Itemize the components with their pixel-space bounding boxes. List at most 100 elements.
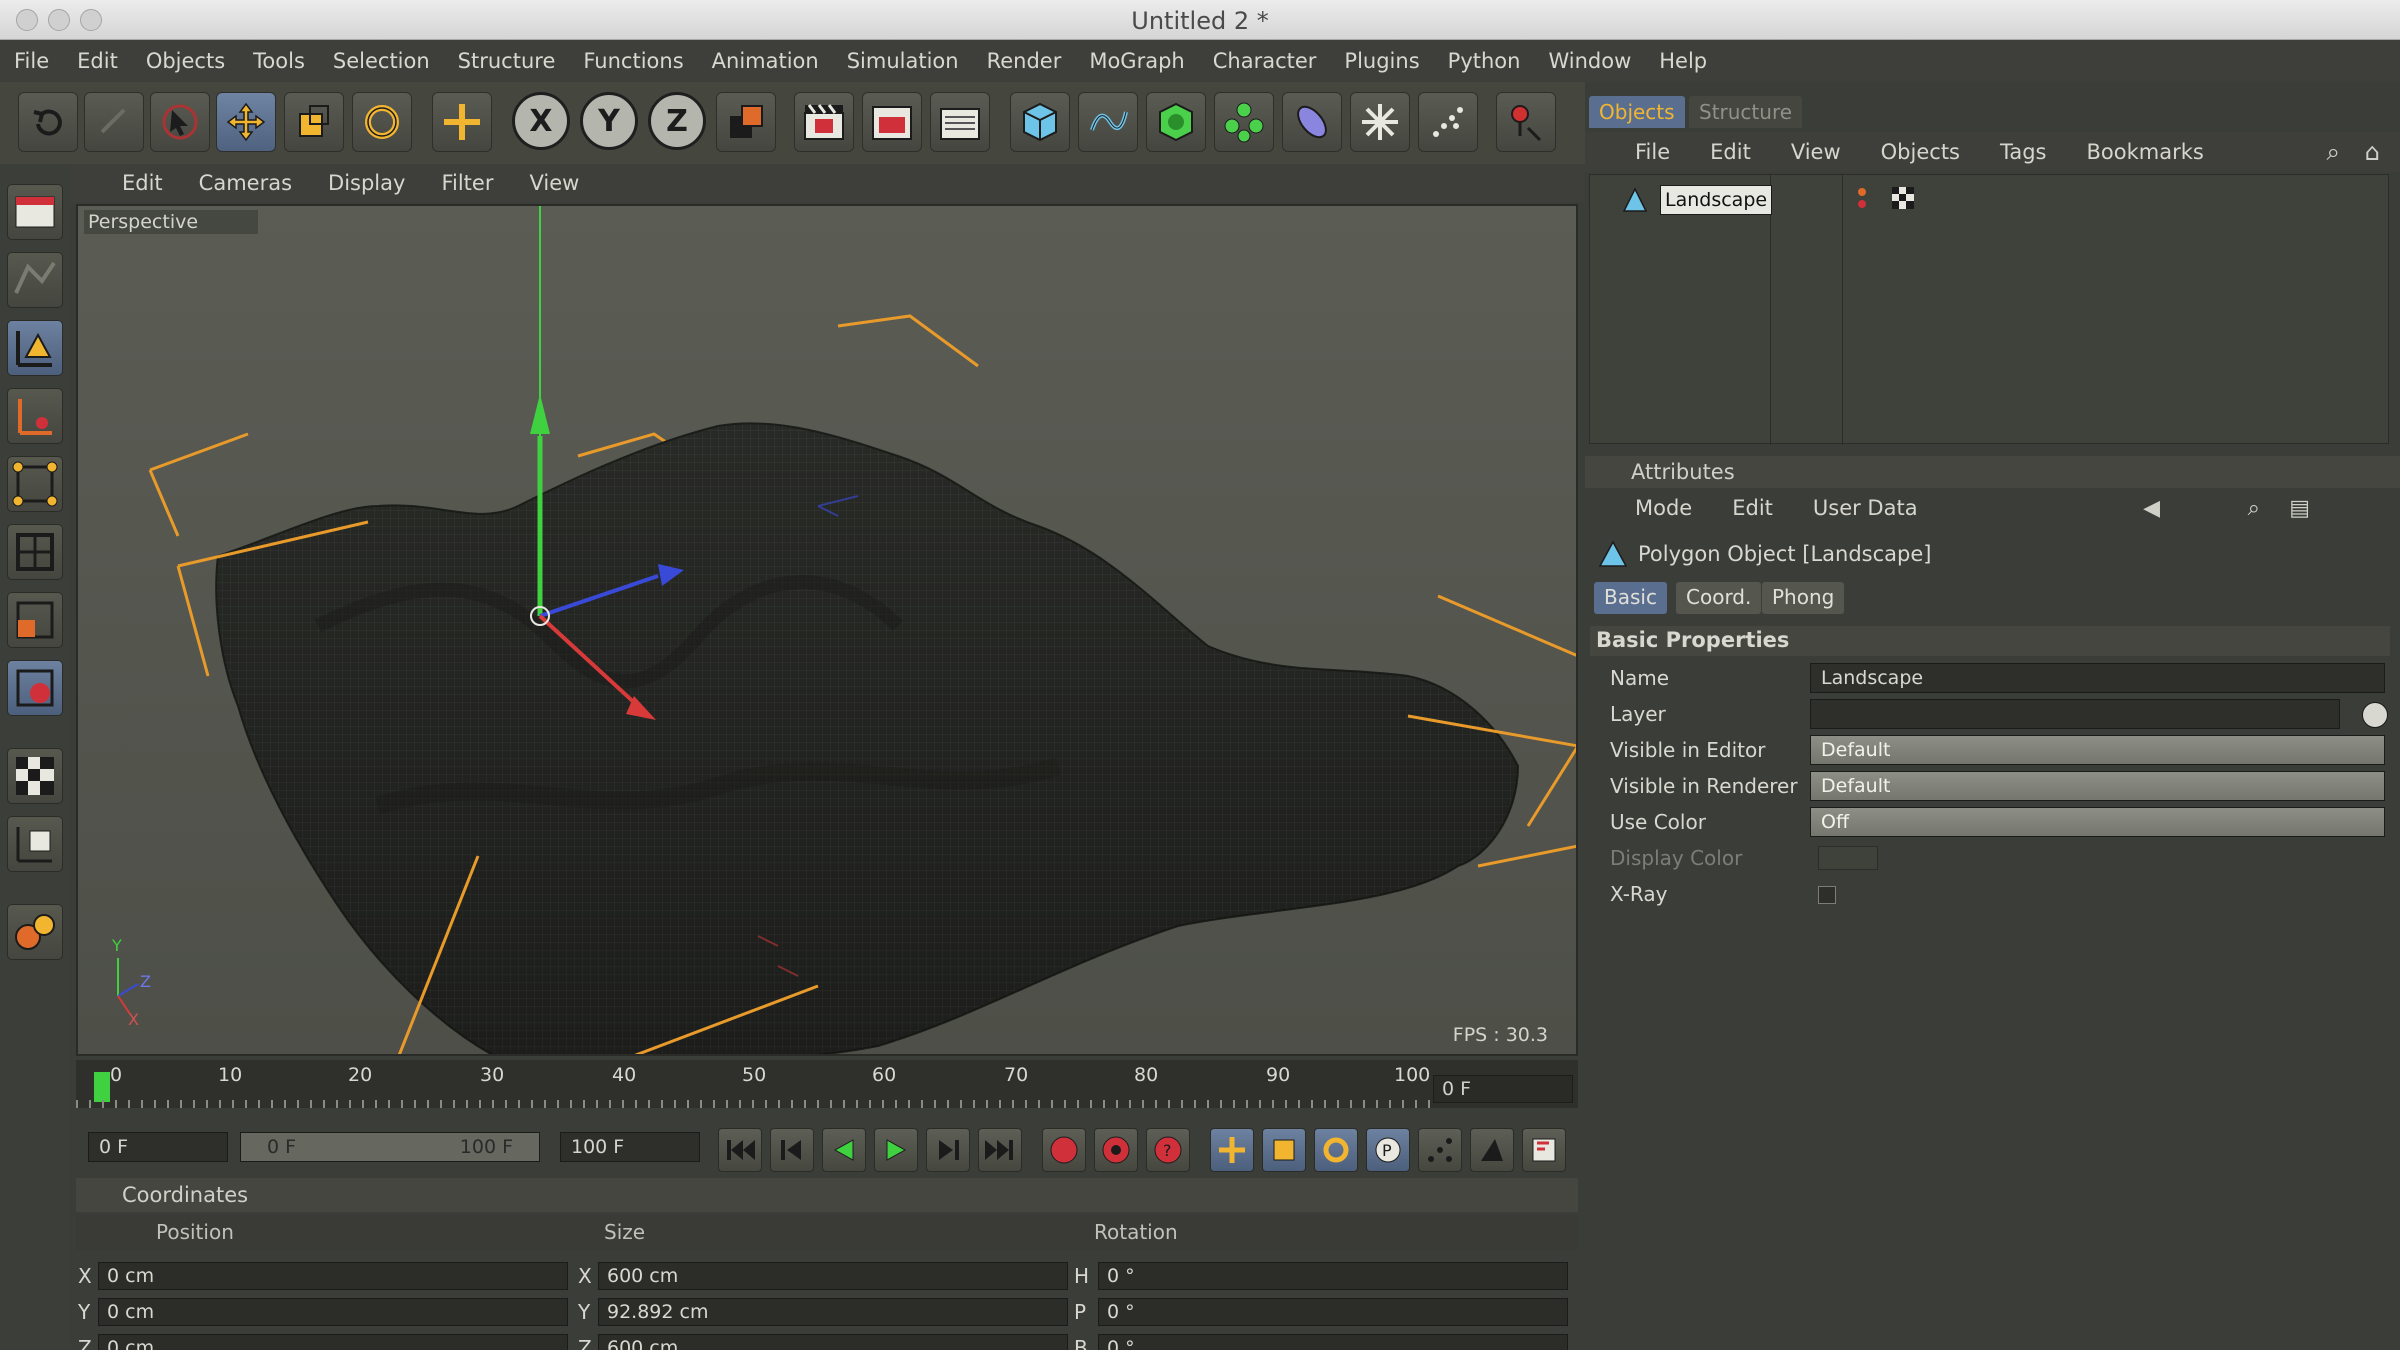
- x-axis-lock[interactable]: X: [512, 92, 570, 150]
- menu-mograph[interactable]: MoGraph: [1089, 49, 1184, 73]
- menu-file[interactable]: File: [14, 49, 49, 73]
- rotation-p-field[interactable]: 0 °: [1098, 1298, 1568, 1326]
- go-to-start-icon[interactable]: [718, 1128, 762, 1172]
- position-z-field[interactable]: 0 cm: [98, 1334, 568, 1350]
- viewport-menu-filter[interactable]: Filter: [441, 171, 493, 195]
- visible-in-editor-dropdown[interactable]: Default: [1810, 735, 2385, 765]
- scene-icon[interactable]: [1418, 92, 1478, 152]
- back-arrow-icon[interactable]: ◀: [2143, 496, 2160, 521]
- object-menu-objects[interactable]: Objects: [1881, 140, 1960, 164]
- play-forwards-icon[interactable]: [874, 1128, 918, 1172]
- redo-icon[interactable]: [84, 92, 144, 152]
- rotation-b-field[interactable]: 0 °: [1098, 1334, 1568, 1350]
- size-x-field[interactable]: 600 cm: [598, 1262, 1068, 1290]
- menu-character[interactable]: Character: [1213, 49, 1317, 73]
- render-settings-icon[interactable]: [930, 92, 990, 152]
- object-menu-edit[interactable]: Edit: [1710, 140, 1751, 164]
- next-key-icon[interactable]: [926, 1128, 970, 1172]
- visible-in-renderer-dropdown[interactable]: Default: [1810, 771, 2385, 801]
- search-icon[interactable]: ⌕: [2327, 138, 2340, 166]
- menu-animation[interactable]: Animation: [712, 49, 819, 73]
- menu-structure[interactable]: Structure: [458, 49, 556, 73]
- render-picture-viewer-icon[interactable]: [862, 92, 922, 152]
- polygons-mode-icon[interactable]: [7, 592, 63, 648]
- tab-basic[interactable]: Basic: [1594, 582, 1667, 614]
- editor-render-dots-icon[interactable]: [1854, 185, 1880, 211]
- tab-phong[interactable]: Phong: [1762, 582, 1845, 614]
- perspective-viewport[interactable]: Perspective Y Z X FPS : 30.3: [76, 204, 1578, 1056]
- checker-icon[interactable]: [7, 748, 63, 804]
- subdivision-icon[interactable]: [1146, 92, 1206, 152]
- viewport-menu-edit[interactable]: Edit: [122, 171, 163, 195]
- edges-mode-icon[interactable]: [7, 524, 63, 580]
- timeline-icon[interactable]: [1470, 1128, 1514, 1172]
- rotation-h-field[interactable]: 0 °: [1098, 1262, 1568, 1290]
- last-tool-icon[interactable]: [432, 92, 492, 152]
- menu-plugins[interactable]: Plugins: [1344, 49, 1419, 73]
- playhead[interactable]: [94, 1072, 110, 1102]
- scale-icon[interactable]: [284, 92, 344, 152]
- y-axis-lock[interactable]: Y: [580, 92, 638, 150]
- tab-objects[interactable]: Objects: [1589, 96, 1685, 128]
- y-axis-handle[interactable]: [530, 394, 550, 434]
- coordinate-system-icon[interactable]: [716, 92, 776, 152]
- point-level-animation-icon[interactable]: [1418, 1128, 1462, 1172]
- object-name-rename-field[interactable]: Landscape: [1660, 185, 1772, 215]
- snap-icon[interactable]: [7, 904, 63, 960]
- particles-icon[interactable]: [1350, 92, 1410, 152]
- move-icon[interactable]: [216, 92, 276, 152]
- pen-icon[interactable]: [1078, 92, 1138, 152]
- object-menu-file[interactable]: File: [1635, 140, 1670, 164]
- keyframe-selection-icon[interactable]: ?: [1146, 1128, 1190, 1172]
- object-axis-icon[interactable]: [7, 320, 63, 376]
- texture-axis-icon[interactable]: [7, 388, 63, 444]
- menu-python[interactable]: Python: [1448, 49, 1521, 73]
- undo-icon[interactable]: [18, 92, 78, 152]
- points-mode-icon[interactable]: [7, 456, 63, 512]
- layer-picker-icon[interactable]: [2362, 702, 2388, 728]
- end-frame-field[interactable]: 100 F: [560, 1132, 700, 1162]
- object-menu-bookmarks[interactable]: Bookmarks: [2087, 140, 2204, 164]
- menu-functions[interactable]: Functions: [583, 49, 683, 73]
- viewport-menu-view[interactable]: View: [529, 171, 579, 195]
- lock-icon[interactable]: ▤: [2289, 496, 2310, 521]
- model-mode-icon[interactable]: [7, 252, 63, 308]
- live-selection-icon[interactable]: [150, 92, 210, 152]
- record-keys-icon[interactable]: [1042, 1128, 1086, 1172]
- cube-icon[interactable]: [1010, 92, 1070, 152]
- mograph-icon[interactable]: [1214, 92, 1274, 152]
- position-x-field[interactable]: 0 cm: [98, 1262, 568, 1290]
- rotate-icon[interactable]: [352, 92, 412, 152]
- scale-track-icon[interactable]: [1262, 1128, 1306, 1172]
- menu-edit[interactable]: Edit: [77, 49, 118, 73]
- uv-polygons-icon[interactable]: [7, 660, 63, 716]
- menu-window[interactable]: Window: [1548, 49, 1631, 73]
- tab-coord[interactable]: Coord.: [1676, 582, 1762, 614]
- deformer-icon[interactable]: [1282, 92, 1342, 152]
- menu-simulation[interactable]: Simulation: [847, 49, 959, 73]
- menu-selection[interactable]: Selection: [333, 49, 430, 73]
- home-icon[interactable]: ⌂: [2365, 138, 2380, 166]
- menu-render[interactable]: Render: [987, 49, 1062, 73]
- menu-objects[interactable]: Objects: [146, 49, 225, 73]
- workplane-icon[interactable]: [7, 816, 63, 872]
- position-y-field[interactable]: 0 cm: [98, 1298, 568, 1326]
- object-menu-view[interactable]: View: [1791, 140, 1841, 164]
- z-axis-lock[interactable]: Z: [648, 92, 706, 150]
- autokeying-icon[interactable]: [1094, 1128, 1138, 1172]
- name-field[interactable]: Landscape: [1810, 663, 2385, 693]
- search-icon[interactable]: ⌕: [2248, 496, 2260, 521]
- preview-range-slider[interactable]: 0 F 100 F: [240, 1132, 540, 1162]
- size-z-field[interactable]: 600 cm: [598, 1334, 1068, 1350]
- tab-structure[interactable]: Structure: [1689, 96, 1803, 128]
- attributes-menu-user-data[interactable]: User Data: [1813, 496, 1918, 520]
- phong-tag-icon[interactable]: [1890, 185, 1916, 211]
- previous-key-icon[interactable]: [770, 1128, 814, 1172]
- object-menu-tags[interactable]: Tags: [2000, 140, 2047, 164]
- object-list[interactable]: Landscape: [1589, 174, 2389, 445]
- viewport-menu-cameras[interactable]: Cameras: [199, 171, 292, 195]
- menu-help[interactable]: Help: [1659, 49, 1707, 73]
- play-backwards-icon[interactable]: [822, 1128, 866, 1172]
- current-frame-field[interactable]: 0 F: [1433, 1075, 1573, 1103]
- attributes-menu-mode[interactable]: Mode: [1635, 496, 1692, 520]
